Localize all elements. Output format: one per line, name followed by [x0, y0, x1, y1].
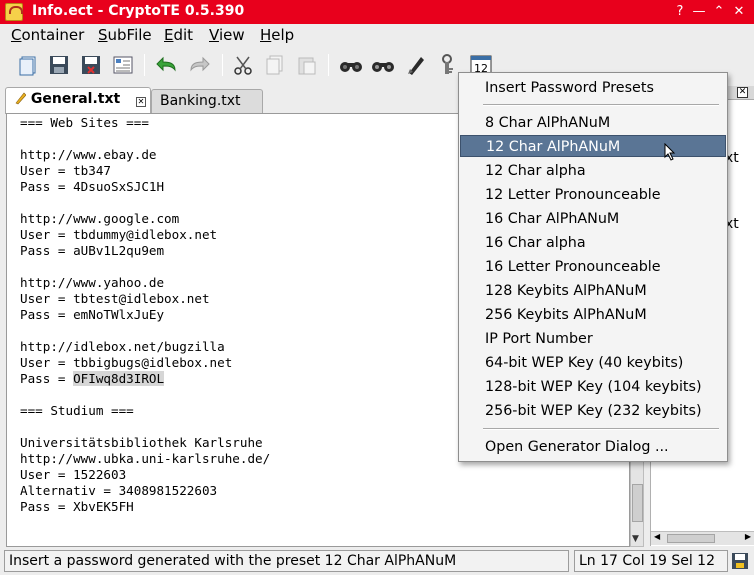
menu-help[interactable]: Help [260, 26, 294, 44]
menu-container[interactable]: Container [11, 26, 84, 44]
cursor-position: Ln 17 Col 19 Sel 12 [574, 550, 728, 572]
save-icon[interactable] [46, 52, 72, 78]
undo-icon[interactable] [154, 52, 180, 78]
editor-line: Pass = aUBv1L2qu9em [20, 243, 165, 258]
close-icon[interactable]: ✕ [729, 2, 749, 22]
preset-item[interactable]: 128 Keybits AlPhANuM [460, 280, 726, 302]
properties-icon[interactable] [110, 52, 136, 78]
pencil-icon [15, 92, 27, 105]
find-icon[interactable] [338, 52, 364, 78]
editor-line: Pass = 4DsuoSxSJC1H [20, 179, 165, 194]
editor-line: http://www.google.com [20, 211, 180, 226]
menu-view[interactable]: View [209, 26, 245, 44]
tab-label: General.txt [30, 91, 121, 107]
scrollbar-thumb[interactable] [667, 534, 715, 543]
editor-line: User = tbdummy@idlebox.net [20, 227, 218, 242]
editor-line: Universitätsbibliothek Karlsruhe [20, 435, 263, 450]
editor-line: User = 1522603 [20, 467, 127, 482]
toolbar: 12 [8, 49, 498, 83]
editor-line: User = tb347 [20, 163, 111, 178]
status-bar: Insert a password generated with the pre… [0, 548, 754, 575]
menu-subfile[interactable]: SubFile [98, 26, 152, 44]
editor-line: Pass = XbvEK5FH [20, 499, 134, 514]
save-as-icon[interactable] [78, 52, 104, 78]
preset-item[interactable]: IP Port Number [460, 328, 726, 350]
editor-line: http://www.ubka.uni-karlsruhe.de/ [20, 451, 271, 466]
editor-line: http://www.yahoo.de [20, 275, 165, 290]
preset-item[interactable]: 16 Char AlPhANuM [460, 208, 726, 230]
editor-line: http://www.ebay.de [20, 147, 157, 162]
status-message: Insert a password generated with the pre… [4, 550, 569, 572]
app-lock-icon[interactable] [5, 3, 23, 21]
menu-separator [483, 104, 719, 106]
preset-item[interactable]: 256 Keybits AlPhANuM [460, 304, 726, 326]
pane-horizontal-scrollbar[interactable]: ◀ ▶ [651, 531, 754, 545]
title-bar[interactable]: Info.ect - CryptoTE 0.5.390 ? — ⌃ ✕ [0, 0, 754, 24]
password-presets-icon[interactable] [434, 52, 460, 78]
tab-close-icon[interactable]: ✕ [136, 97, 146, 107]
preset-item[interactable]: 16 Letter Pronounceable [460, 256, 726, 278]
open-generator-dialog-item[interactable]: Open Generator Dialog ... [460, 436, 726, 458]
menu-header: Insert Password Presets [485, 80, 654, 96]
menu-edit[interactable]: Edit [164, 26, 193, 44]
editor-line: Pass = emNoTWlxJuEy [20, 307, 165, 322]
preset-item[interactable]: 16 Char alpha [460, 232, 726, 254]
scroll-right-icon[interactable]: ▶ [745, 532, 751, 541]
preset-item[interactable]: 12 Letter Pronounceable [460, 184, 726, 206]
scroll-down-icon[interactable]: ▼ [632, 534, 639, 544]
preset-item[interactable]: 8 Char AlPhANuM [460, 112, 726, 134]
editor-line: http://idlebox.net/bugzilla [20, 339, 225, 354]
tab-banking[interactable]: Banking.txt [151, 89, 263, 113]
editor-line: User = tbbigbugs@idlebox.net [20, 355, 233, 370]
cut-icon[interactable] [230, 52, 256, 78]
paste-icon[interactable] [294, 52, 320, 78]
redo-icon[interactable] [186, 52, 212, 78]
minimize-icon[interactable]: — [689, 2, 709, 22]
selected-text[interactable]: OFIwq8d3IROL [73, 371, 165, 386]
mouse-cursor-icon [664, 142, 676, 165]
maximize-icon[interactable]: ⌃ [709, 2, 729, 22]
preset-item-highlighted[interactable]: 12 Char AlPhANuM [460, 135, 726, 157]
find-next-icon[interactable] [370, 52, 396, 78]
editor-line: === Studium === [20, 403, 134, 418]
menu-bar: Container SubFile Edit View Help [0, 24, 754, 46]
menu-separator [483, 428, 719, 430]
window-title: Info.ect - CryptoTE 0.5.390 [32, 3, 245, 19]
password-presets-menu: Insert Password Presets 8 Char AlPhANuM … [458, 72, 728, 462]
open-icon[interactable] [16, 52, 42, 78]
editor-line: Pass = OFIwq8d3IROL [20, 371, 165, 386]
preset-item[interactable]: 128-bit WEP Key (104 keybits) [460, 376, 726, 398]
goto-icon[interactable] [402, 52, 428, 78]
modified-save-icon[interactable] [731, 552, 749, 574]
tab-general[interactable]: General.txt ✕ [5, 87, 151, 114]
editor-line: === Web Sites === [20, 115, 149, 130]
preset-item[interactable]: 256-bit WEP Key (232 keybits) [460, 400, 726, 422]
tab-label: Banking.txt [160, 93, 241, 109]
editor-line: User = tbtest@idlebox.net [20, 291, 210, 306]
scroll-left-icon[interactable]: ◀ [654, 532, 660, 541]
editor-line: Alternativ = 3408981522603 [20, 483, 218, 498]
pane-close-icon[interactable]: ✕ [737, 87, 748, 98]
preset-item[interactable]: 64-bit WEP Key (40 keybits) [460, 352, 726, 374]
copy-icon[interactable] [262, 52, 288, 78]
preset-item[interactable]: 12 Char alpha [460, 160, 726, 182]
help-button[interactable]: ? [670, 2, 690, 22]
scrollbar-thumb[interactable] [632, 484, 643, 522]
